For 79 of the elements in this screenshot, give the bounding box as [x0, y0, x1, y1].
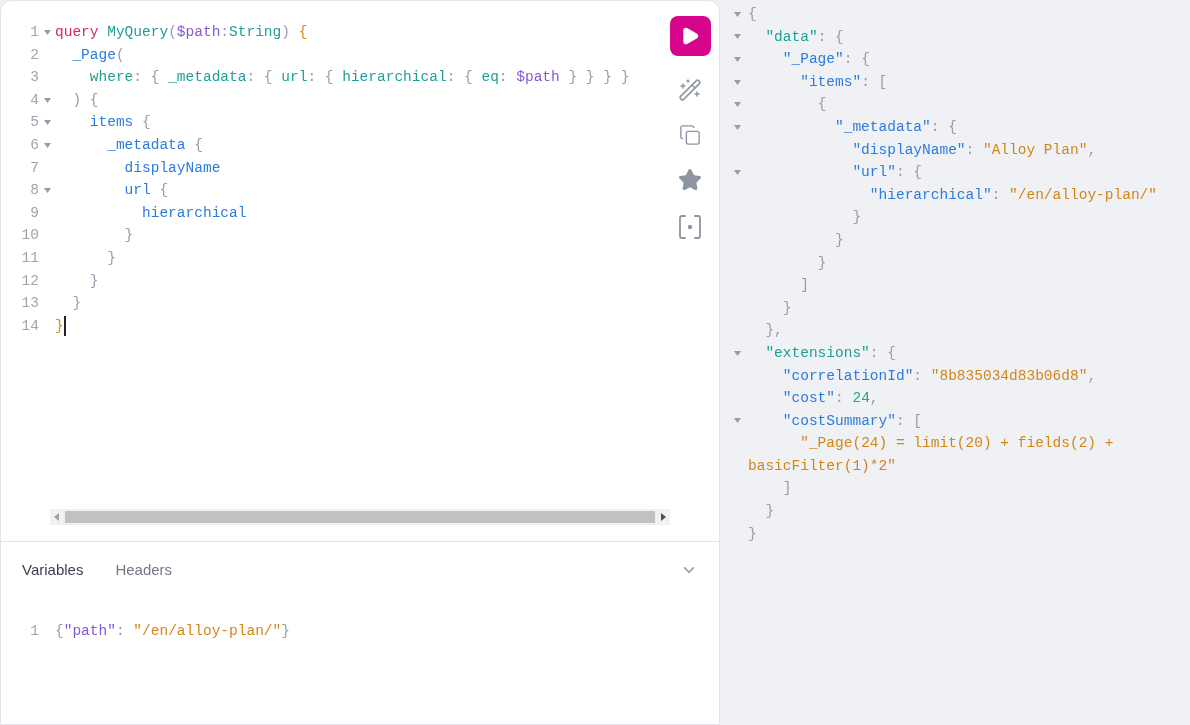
- horizontal-scrollbar[interactable]: [50, 509, 670, 525]
- code-line: "hierarchical": "/en/alloy-plan/": [868, 186, 1157, 203]
- code-line: "url": {: [851, 164, 923, 181]
- bracket-dot-icon[interactable]: [678, 214, 702, 240]
- code-line: {: [748, 6, 757, 22]
- fold-arrow-icon[interactable]: [43, 97, 51, 103]
- code-line: }: [764, 503, 775, 520]
- scroll-right-icon[interactable]: [661, 513, 666, 521]
- fold-arrow-icon[interactable]: [734, 124, 741, 130]
- code-line: {"path": "/en/alloy-plan/"}: [55, 621, 290, 641]
- line-number: 3: [29, 68, 39, 88]
- code-line: }: [88, 271, 99, 291]
- line-number: 1: [29, 23, 39, 42]
- line-number: 13: [20, 294, 39, 314]
- prettify-icon[interactable]: [678, 78, 702, 102]
- code-line: }: [781, 299, 792, 316]
- code-line: "displayName": "Alloy Plan",: [851, 141, 1097, 158]
- fold-arrow-icon[interactable]: [43, 142, 51, 148]
- code-line: "correlationId": "8b835034d83b06d8",: [781, 367, 1097, 384]
- code-line: },: [764, 322, 783, 339]
- fold-arrow-icon[interactable]: [734, 34, 741, 40]
- code-line: _Page(: [71, 45, 125, 65]
- fold-arrow-icon[interactable]: [734, 57, 741, 62]
- code-line: displayName: [123, 158, 221, 178]
- code-line: ]: [781, 480, 792, 497]
- fold-arrow-icon[interactable]: [734, 102, 741, 108]
- line-number: 8: [29, 181, 39, 201]
- code-line: ]: [799, 277, 809, 294]
- code-line: hierarchical: [141, 203, 247, 223]
- play-icon: [680, 26, 700, 46]
- fold-arrow-icon[interactable]: [43, 120, 51, 126]
- fold-arrow-icon[interactable]: [734, 11, 741, 17]
- line-number: 11: [20, 248, 39, 268]
- code-line: ) {: [71, 90, 99, 110]
- fold-arrow-icon[interactable]: [734, 169, 741, 175]
- code-line: "data": {: [764, 28, 844, 45]
- code-line: "cost": 24,: [781, 390, 879, 407]
- code-line: }: [834, 231, 844, 248]
- line-number: 7: [29, 158, 39, 178]
- line-number: 4: [29, 90, 39, 110]
- line-number: 14: [20, 316, 39, 336]
- fold-arrow-icon[interactable]: [734, 418, 741, 424]
- editor-tab[interactable]: Headers: [115, 559, 173, 582]
- code-line: url {: [123, 181, 169, 201]
- copy-icon[interactable]: [679, 124, 701, 146]
- line-number: 9: [29, 203, 39, 223]
- code-line: }: [55, 316, 64, 336]
- code-line: }: [106, 248, 116, 268]
- fold-arrow-icon[interactable]: [43, 29, 51, 35]
- code-line: "_Page(24) = limit(20) + fields(2) + basicFilter(1)*2": [748, 435, 1115, 474]
- code-line: "items": [: [799, 73, 888, 90]
- fold-arrow-icon[interactable]: [43, 187, 51, 193]
- line-number: 10: [20, 226, 39, 246]
- line-number: 12: [20, 271, 39, 291]
- line-number: 2: [29, 45, 39, 65]
- code-line: }: [123, 226, 134, 246]
- code-line: }: [748, 525, 757, 542]
- code-line: "extensions": {: [764, 344, 896, 361]
- editor-tab[interactable]: Variables: [22, 559, 84, 582]
- code-line: }: [71, 294, 82, 314]
- code-line: _metadata {: [106, 135, 203, 155]
- code-line: }: [816, 254, 827, 271]
- scrollbar-thumb[interactable]: [65, 511, 655, 523]
- line-number: 5: [29, 113, 39, 133]
- line-number: 1: [29, 621, 39, 641]
- code-line: items {: [88, 113, 151, 133]
- code-line: "_Page": {: [781, 51, 870, 68]
- fold-arrow-icon[interactable]: [734, 350, 741, 356]
- line-number: 6: [29, 135, 39, 155]
- code-line: }: [851, 209, 862, 226]
- code-line: "costSummary": [: [781, 412, 923, 429]
- star-icon[interactable]: [678, 168, 702, 192]
- code-line: query MyQuery($path:String) {: [55, 23, 308, 42]
- code-line: "_metadata": {: [834, 118, 957, 135]
- scroll-left-icon[interactable]: [54, 513, 59, 521]
- run-button[interactable]: [669, 16, 711, 56]
- fold-arrow-icon[interactable]: [734, 79, 741, 85]
- code-line: where: { _metadata: { url: { hierarchical: { eq: $path } } } }: [88, 68, 630, 88]
- code-line: {: [816, 96, 827, 113]
